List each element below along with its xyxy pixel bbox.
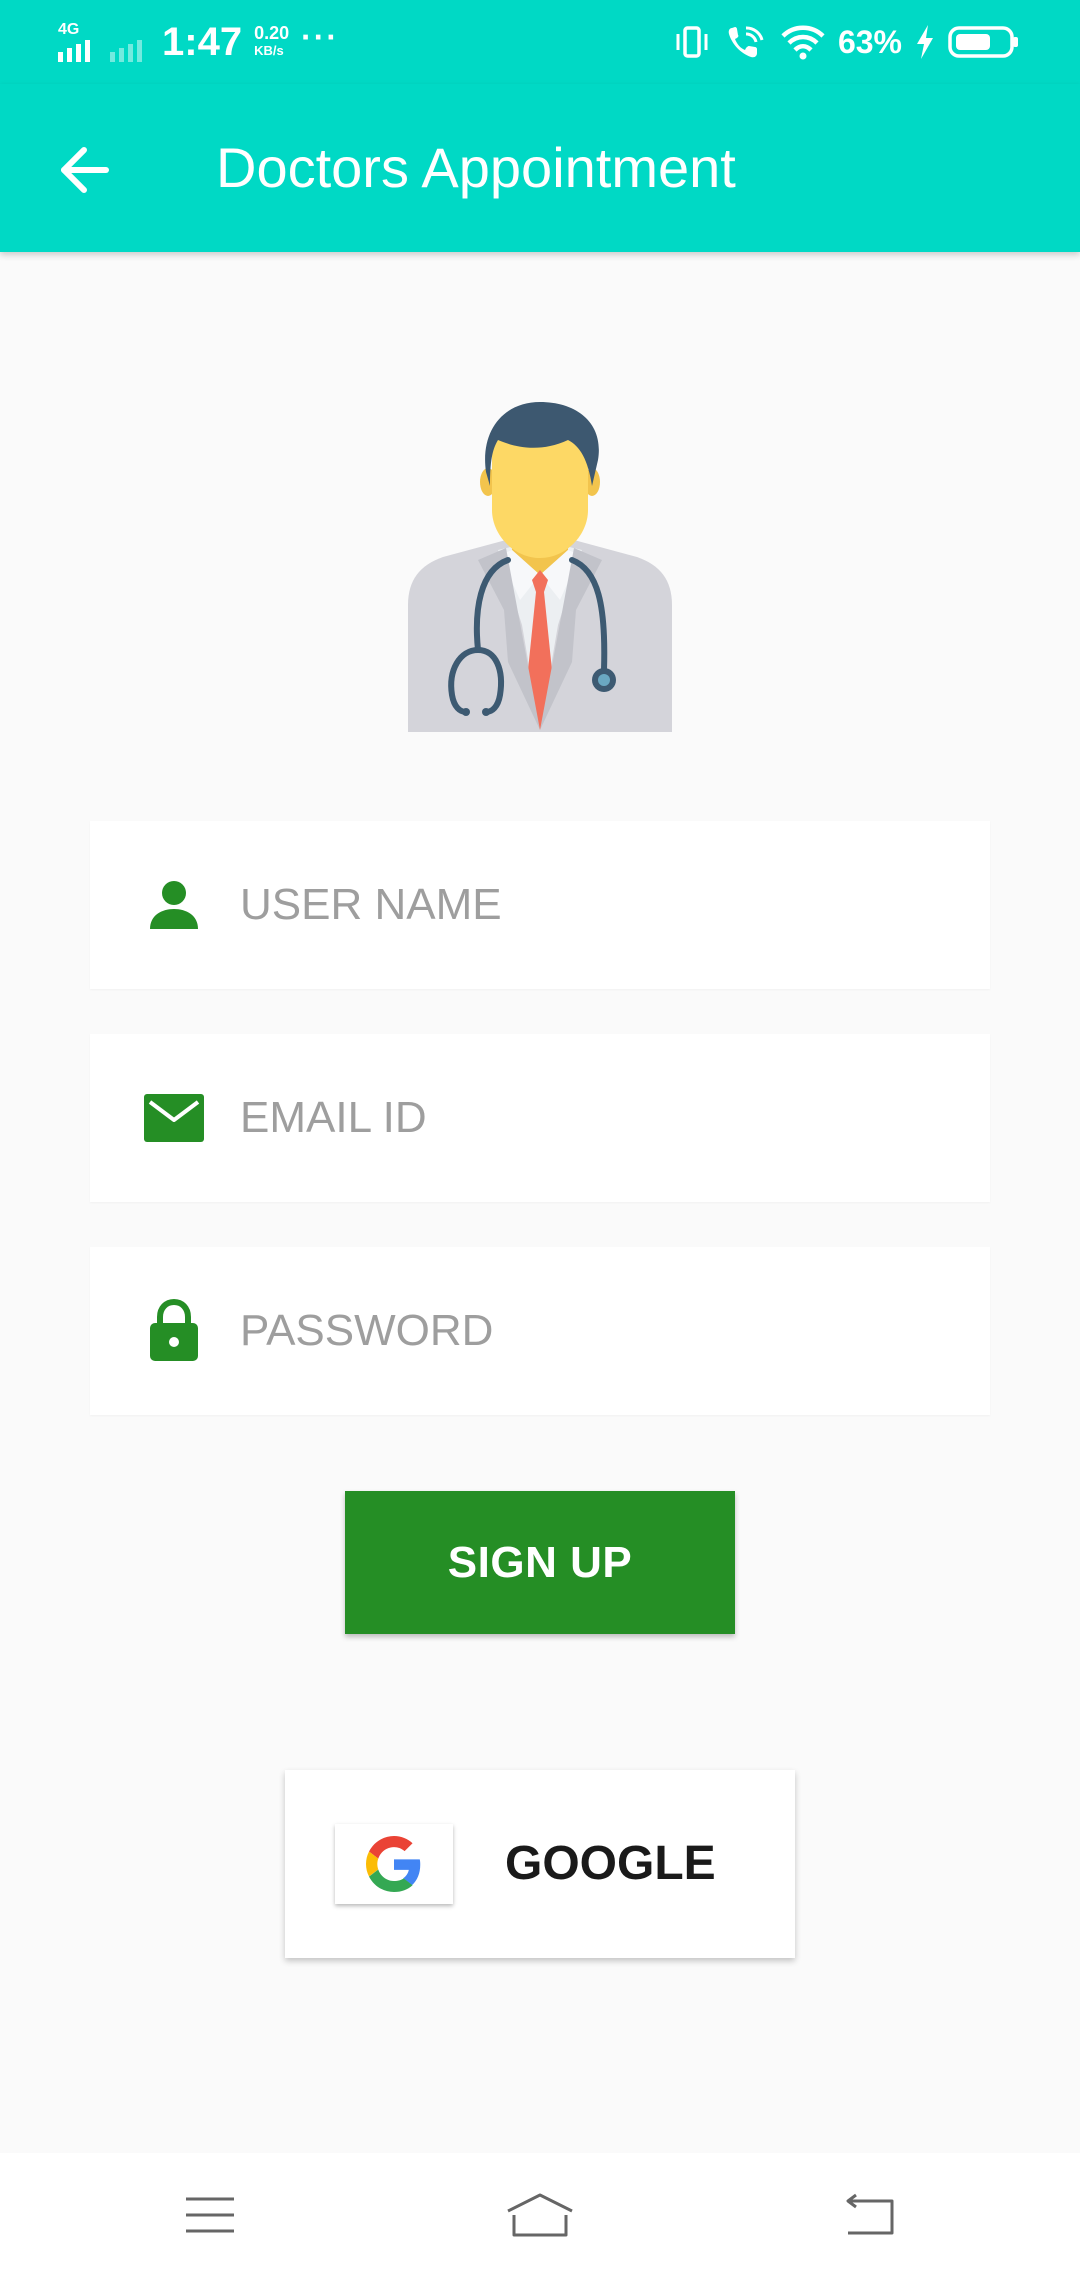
email-field[interactable] <box>90 1034 990 1202</box>
google-button-label: GOOGLE <box>505 1837 716 1890</box>
network-speed: 0.20 KB/s <box>254 23 290 59</box>
recent-apps-button[interactable] <box>170 2183 250 2247</box>
username-field[interactable] <box>90 821 990 989</box>
google-sign-in-button[interactable]: GOOGLE <box>285 1770 795 1958</box>
sign-up-button[interactable]: SIGN UP <box>345 1491 735 1634</box>
page-title: Doctors Appointment <box>216 136 736 199</box>
person-icon <box>142 873 206 937</box>
home-icon <box>507 2193 573 2237</box>
wifi-icon <box>781 25 825 60</box>
menu-icon <box>186 2197 234 2233</box>
arrow-left-icon <box>61 147 109 193</box>
wifi-calling-icon <box>728 26 764 58</box>
battery-icon <box>948 26 1018 58</box>
home-button[interactable] <box>500 2183 580 2247</box>
system-back-button[interactable] <box>830 2183 910 2247</box>
email-icon <box>142 1086 206 1150</box>
network-speed-value: 0.20 <box>254 23 290 43</box>
network-indicator: 4G <box>58 22 150 62</box>
google-logo-icon <box>366 1836 421 1892</box>
username-input[interactable] <box>240 821 960 989</box>
charging-bolt-icon <box>917 25 933 59</box>
system-navigation-bar <box>0 2153 1080 2280</box>
status-bar-right: 63% <box>672 18 1020 66</box>
status-bar: 4G 1:47 0.20 KB/s ··· 63% <box>0 0 1080 84</box>
network-speed-unit: KB/s <box>254 43 284 58</box>
email-input[interactable] <box>240 1034 960 1202</box>
back-icon <box>846 2193 894 2235</box>
status-bar-left: 4G 1:47 0.20 KB/s ··· <box>58 18 339 66</box>
google-logo-box <box>335 1824 453 1904</box>
clock: 1:47 <box>162 20 243 64</box>
app-bar: Doctors Appointment <box>0 84 1080 252</box>
password-field[interactable] <box>90 1247 990 1415</box>
back-button[interactable] <box>52 138 116 202</box>
doctor-avatar-icon <box>408 402 672 732</box>
password-input[interactable] <box>240 1247 960 1415</box>
signal-bars-icon <box>58 40 142 62</box>
battery-percentage: 63% <box>837 23 902 60</box>
vibrate-icon <box>676 26 708 58</box>
more-notifications-icon: ··· <box>301 19 340 55</box>
network-type: 4G <box>58 21 80 38</box>
lock-icon <box>142 1299 206 1363</box>
